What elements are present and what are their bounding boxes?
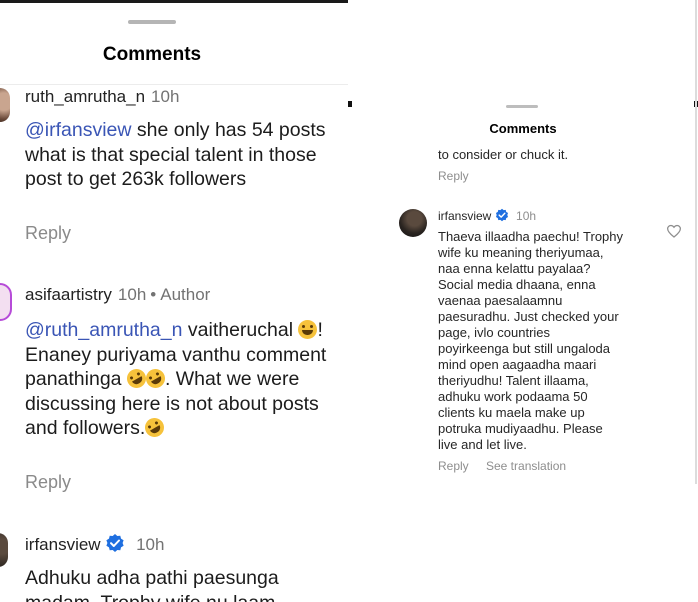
comment-line: mind open aagaadha maari (438, 357, 597, 372)
mention-link[interactable]: @irfansview (25, 119, 132, 141)
comment-line: vaenaa paesalaamnu (438, 293, 563, 308)
comment-line: poyirkeenga but still ungaloda (438, 341, 611, 356)
comment-username[interactable]: asifaartistry (25, 285, 112, 304)
sheet-grabber-handle[interactable] (506, 105, 538, 108)
comment-username[interactable]: ruth_amrutha_n (25, 87, 145, 106)
avatar[interactable] (0, 283, 12, 321)
verified-badge-icon (495, 208, 508, 222)
author-label: Author (160, 285, 211, 304)
separator-dot: • (150, 285, 157, 304)
reply-button[interactable]: Reply (438, 459, 469, 473)
comment-line: paesuradhu. Just checked your (438, 309, 619, 324)
comment-username[interactable]: irfansview (438, 209, 491, 223)
comments-title: Comments (102, 44, 202, 65)
laughing-emoji-icon (298, 320, 318, 339)
comment-line: Social media dhaana, enna (438, 277, 596, 292)
comment-username[interactable]: irfansview (25, 535, 101, 554)
avatar[interactable] (399, 209, 427, 237)
verified-badge-icon (106, 534, 124, 552)
comment-line: page, ivlo countries (438, 325, 551, 340)
mention-link[interactable]: @ruth_amrutha_n (25, 319, 182, 341)
comment-text: Thaeva illaadha paechu! Trophy wife ku m… (438, 229, 623, 453)
previous-comment-text: to consider or chuck it. (438, 147, 569, 162)
frame-edge (695, 0, 697, 484)
reply-button[interactable]: Reply (438, 169, 469, 183)
comment-time: 10h (151, 87, 180, 106)
comment-line: live and let live. (438, 437, 527, 452)
see-translation-link[interactable]: See translation (486, 459, 566, 473)
comment-time: 10h (516, 209, 537, 223)
comments-title: Comments (489, 121, 557, 136)
comment-line: naa enna kelattu payalaa? (438, 261, 591, 276)
avatar[interactable] (0, 533, 8, 567)
reply-button[interactable]: Reply (25, 472, 71, 493)
corner-mark (348, 101, 352, 107)
comment-line: potruka mudiyaadhu. Please (438, 421, 603, 436)
left-comments-panel: Comments ruth_amrutha_n 10h @irfansview s… (0, 0, 348, 602)
comment-body: vaitheruchal (182, 319, 299, 341)
comment-line: theriyudhu! Talent illaama, (438, 373, 589, 388)
right-comments-panel: Comments to consider or chuck it. Reply … (348, 0, 698, 602)
comment-time: 10h (117, 285, 147, 304)
top-bar (0, 0, 348, 3)
heart-outline-icon[interactable] (666, 224, 682, 238)
rofl-emoji-icon (141, 414, 168, 441)
comment-text: @irfansview she only has 54 posts what i… (25, 118, 345, 192)
avatar[interactable] (0, 88, 10, 122)
comment-line: Thaeva illaadha paechu! Trophy (438, 229, 624, 244)
comment-line: adhuku work podaama 50 (438, 389, 588, 404)
comment-line: wife ku meaning theriyumaa, (438, 245, 604, 260)
comment-line: clients ku maela make up (438, 405, 585, 420)
comment-text: @ruth_amrutha_n vaitheruchal ! Enaney pu… (25, 318, 345, 441)
header-divider (0, 84, 348, 85)
comment-time: 10h (136, 535, 165, 554)
comment-text: Adhuku adha pathi paesunga madam. Trophy… (25, 567, 279, 602)
sheet-grabber-handle[interactable] (128, 20, 176, 24)
reply-button[interactable]: Reply (25, 223, 71, 244)
